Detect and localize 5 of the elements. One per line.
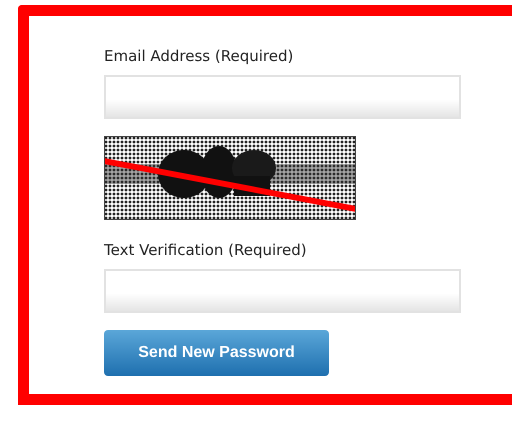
input-field[interactable] [104, 269, 461, 313]
field-label: Email Address (Required) [104, 46, 294, 67]
input-field[interactable] [104, 75, 461, 119]
field-label: Text Verification (Required) [104, 240, 307, 261]
send-password-button[interactable]: Send New Password [104, 330, 329, 376]
